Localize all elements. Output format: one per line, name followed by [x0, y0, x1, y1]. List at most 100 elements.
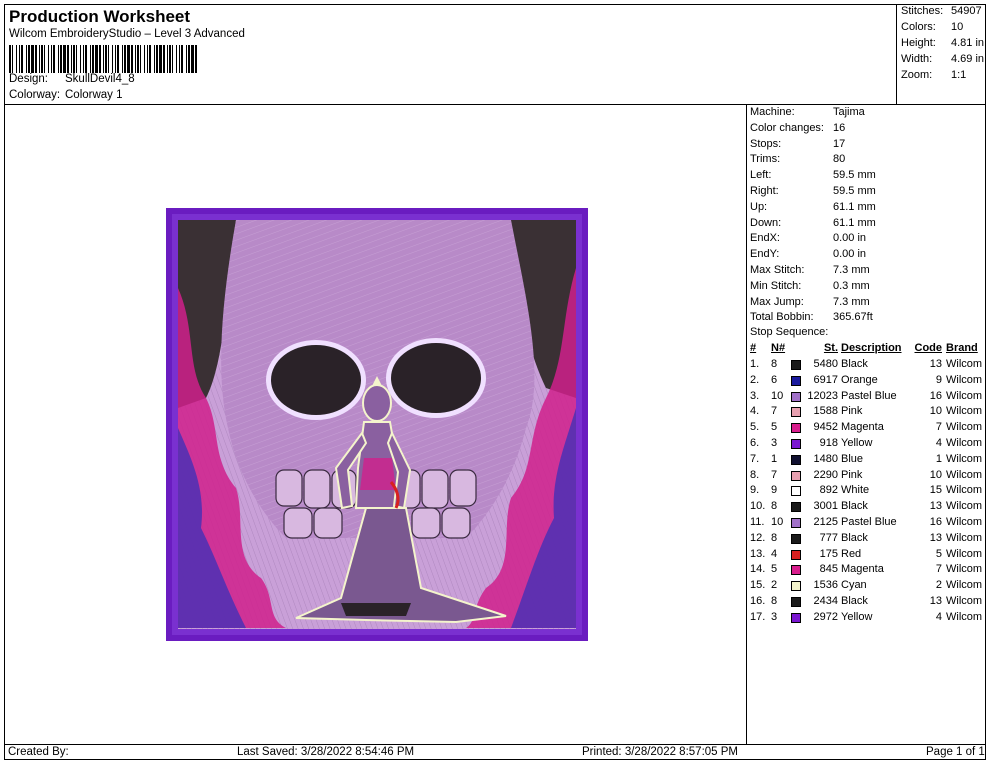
stat-width: Width: 4.69 in	[901, 53, 985, 65]
machine-info-label: Stops:	[750, 137, 782, 150]
barcode-bar	[131, 45, 133, 73]
row-number: 4.	[750, 405, 760, 418]
color-swatch	[791, 360, 801, 370]
barcode-bar	[112, 45, 113, 73]
table-row: 1. 8 5480 Black 13 Wilcom	[750, 358, 985, 373]
barcode-bar	[19, 45, 20, 73]
stitch-count: 2434	[813, 595, 838, 607]
barcode-bar	[124, 45, 126, 73]
stitch-count: 12023	[807, 389, 838, 402]
barcode-bar	[117, 45, 119, 73]
machine-info-value: 16	[833, 121, 846, 134]
color-description: Blue	[841, 452, 864, 465]
needle-number: 1	[771, 452, 778, 465]
barcode-bar	[169, 45, 171, 73]
barcode-bar	[76, 45, 77, 73]
color-swatch	[791, 549, 801, 560]
table-row: 10. 8 3001 Black 13 Wilcom	[750, 500, 985, 515]
thread-brand: Wilcom	[946, 484, 983, 497]
design-label: Design:	[9, 73, 48, 85]
barcode-bar	[39, 45, 40, 73]
machine-info-label: Right:	[750, 185, 779, 197]
stitch-count: 1480	[813, 452, 838, 465]
machine-info-label: Color changes:	[750, 121, 824, 134]
barcode-bar	[188, 45, 190, 73]
machine-info-row: Min Stitch: 0.3 mm	[750, 280, 870, 292]
barcode-bar	[99, 45, 101, 73]
row-number: 7.	[750, 452, 760, 465]
barcode-bar	[63, 45, 66, 73]
design-row: Design: SkullDevil4_8	[9, 73, 135, 85]
table-row: 3. 10 12023 Pastel Blue 16 Wilcom	[750, 390, 985, 405]
color-description: Black	[841, 531, 868, 544]
table-row: 14. 5 845 Magenta 7 Wilcom	[750, 563, 985, 578]
table-row: 17. 3 2972 Yellow 4 Wilcom	[750, 611, 985, 626]
needle-number: 7	[771, 468, 778, 481]
needle-number: 5	[771, 421, 778, 434]
color-description: Yellow	[841, 610, 873, 623]
barcode-bar	[144, 45, 145, 73]
barcode-icon	[9, 45, 197, 73]
color-swatch	[791, 407, 801, 418]
color-code: 7	[935, 563, 942, 576]
thread-brand: Wilcom	[946, 405, 983, 418]
barcode-bar	[147, 45, 148, 73]
machine-info-row: EndX: 0.00 in	[750, 232, 866, 244]
barcode-bar	[122, 45, 123, 73]
thread-brand: Wilcom	[946, 437, 983, 449]
color-description: Pink	[841, 468, 863, 481]
machine-info-label: Total Bobbin:	[750, 311, 814, 324]
barcode-bar	[21, 45, 23, 73]
machine-info-row: Total Bobbin: 365.67ft	[750, 311, 873, 323]
thread-brand: Wilcom	[946, 563, 983, 576]
printed-date: Printed: 3/28/2022 8:57:05 PM	[582, 746, 738, 758]
barcode-bar	[167, 45, 168, 73]
stat-colors: Colors: 10	[901, 21, 964, 33]
stitch-count: 9452	[813, 421, 838, 434]
barcode-bar	[186, 45, 187, 73]
col-header-description: Description	[841, 342, 902, 354]
color-code: 4	[935, 610, 942, 623]
worksheet-footer: Created By: Last Saved: 3/28/2022 8:54:4…	[4, 744, 986, 760]
thread-brand: Wilcom	[946, 595, 983, 607]
barcode-bar	[92, 45, 94, 73]
machine-info-label: Up:	[750, 200, 768, 213]
needle-number: 5	[771, 563, 778, 576]
table-row: 13. 4 175 Red 5 Wilcom	[750, 548, 985, 563]
machine-info-value: 61.1 mm	[833, 200, 876, 213]
table-row: 11. 10 2125 Pastel Blue 16 Wilcom	[750, 516, 985, 531]
thread-brand: Wilcom	[946, 468, 983, 481]
color-code: 1	[935, 452, 942, 465]
row-number: 11.	[750, 516, 765, 528]
color-code: 13	[929, 531, 942, 544]
color-code: 13	[929, 358, 942, 370]
color-swatch	[791, 502, 801, 513]
barcode-bar	[80, 45, 81, 73]
thread-brand: Wilcom	[946, 547, 983, 560]
color-swatch	[791, 486, 801, 497]
machine-info-label: Max Stitch:	[750, 264, 805, 276]
stitch-count: 2290	[813, 468, 838, 481]
color-swatch	[791, 597, 801, 607]
color-swatch	[791, 439, 801, 449]
embroidery-design-image	[166, 208, 588, 641]
machine-info-label: Down:	[750, 216, 782, 229]
barcode-bar	[26, 45, 27, 73]
row-number: 12.	[750, 531, 766, 544]
needle-number: 4	[771, 547, 778, 560]
machine-info-row: Left: 59.5 mm	[750, 169, 876, 181]
row-number: 13.	[750, 547, 766, 560]
barcode-bar	[105, 45, 107, 73]
design-value: SkullDevil4_8	[65, 73, 135, 85]
needle-number: 8	[771, 358, 778, 370]
stitch-count: 1588	[813, 405, 838, 418]
stitch-count: 892	[819, 484, 838, 497]
machine-info-row: Max Jump: 7.3 mm	[750, 296, 870, 308]
created-by: Created By:	[8, 746, 69, 758]
row-number: 17.	[750, 610, 766, 623]
stat-height: Height: 4.81 in	[901, 37, 985, 49]
col-header-num: #	[750, 342, 757, 354]
barcode-bar	[159, 45, 162, 73]
color-swatch	[791, 565, 801, 576]
barcode-bar	[103, 45, 104, 73]
